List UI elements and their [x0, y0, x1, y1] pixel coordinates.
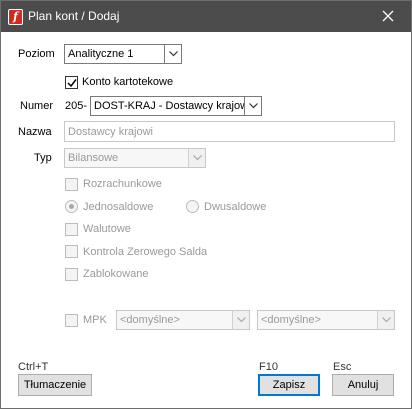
- poziom-select[interactable]: Analityczne 1: [64, 44, 182, 64]
- mpk-select-2[interactable]: <domyślne>: [257, 310, 395, 330]
- typ-label: Typ: [34, 152, 52, 164]
- dialog-window: f Plan kont / Dodaj Poziom Analityczne 1…: [0, 0, 412, 409]
- title-bar[interactable]: f Plan kont / Dodaj: [1, 1, 411, 32]
- numer-label: Numer: [20, 100, 54, 112]
- konto-kartotekowe-label: Konto kartotekowe: [82, 76, 174, 88]
- chevron-down-icon: [169, 51, 178, 57]
- walutowe-label: Walutowe: [83, 223, 131, 235]
- jednosaldowe-radio[interactable]: [65, 200, 78, 213]
- close-icon: [382, 10, 394, 22]
- window-title: Plan kont / Dodaj: [28, 9, 120, 23]
- chevron-down-icon: [193, 155, 202, 161]
- zablokowane-checkbox[interactable]: [65, 268, 78, 281]
- mpk-select-1-dropdown-button[interactable]: [232, 311, 249, 329]
- tlumaczenie-shortcut: Ctrl+T: [18, 361, 49, 373]
- zablokowane-label: Zablokowane: [83, 268, 149, 280]
- checkmark-icon: [67, 79, 77, 88]
- anuluj-button[interactable]: Anuluj: [332, 374, 394, 396]
- kontrola-zerowego-salda-checkbox[interactable]: [65, 245, 78, 258]
- jednosaldowe-label: Jednosaldowe: [83, 201, 154, 213]
- mpk-select-2-value: <domyślne>: [261, 314, 321, 326]
- chevron-down-icon: [382, 317, 391, 323]
- chevron-down-icon: [249, 103, 258, 109]
- poziom-label: Poziom: [18, 48, 55, 60]
- poziom-value: Analityczne 1: [68, 48, 134, 60]
- nazwa-value: Dostawcy krajowi: [68, 126, 153, 138]
- mpk-select-1[interactable]: <domyślne>: [116, 310, 250, 330]
- typ-value: Bilansowe: [68, 152, 119, 164]
- dwusaldowe-radio[interactable]: [186, 200, 199, 213]
- numer-select[interactable]: DOST-KRAJ - Dostawcy krajowi: [90, 96, 262, 116]
- radio-selected-dot: [69, 204, 74, 209]
- nazwa-input[interactable]: Dostawcy krajowi: [64, 121, 395, 142]
- app-icon: f: [8, 9, 23, 25]
- rozrachunkowe-label: Rozrachunkowe: [83, 178, 162, 190]
- typ-select[interactable]: Bilansowe: [64, 148, 206, 168]
- mpk-select-1-value: <domyślne>: [120, 314, 180, 326]
- zapisz-shortcut: F10: [259, 361, 278, 373]
- close-button[interactable]: [365, 1, 411, 32]
- anuluj-shortcut: Esc: [333, 361, 352, 373]
- poziom-dropdown-button[interactable]: [164, 45, 181, 63]
- mpk-select-2-dropdown-button[interactable]: [377, 311, 394, 329]
- dwusaldowe-label: Dwusaldowe: [204, 201, 267, 213]
- kontrola-zerowego-salda-label: Kontrola Zerowego Salda: [83, 246, 208, 258]
- konto-kartotekowe-checkbox[interactable]: [65, 76, 78, 89]
- nazwa-label: Nazwa: [18, 126, 52, 138]
- zapisz-button[interactable]: Zapisz: [258, 374, 320, 396]
- mpk-label: MPK: [83, 314, 107, 326]
- typ-dropdown-button[interactable]: [188, 149, 205, 167]
- rozrachunkowe-checkbox[interactable]: [65, 178, 78, 191]
- numer-prefix: 205-: [65, 100, 88, 112]
- numer-value: DOST-KRAJ - Dostawcy krajowi: [94, 100, 244, 112]
- numer-dropdown-button[interactable]: [244, 97, 261, 115]
- walutowe-checkbox[interactable]: [65, 223, 78, 236]
- mpk-checkbox[interactable]: [65, 314, 78, 327]
- chevron-down-icon: [237, 317, 246, 323]
- tlumaczenie-button[interactable]: Tłumaczenie: [18, 374, 92, 396]
